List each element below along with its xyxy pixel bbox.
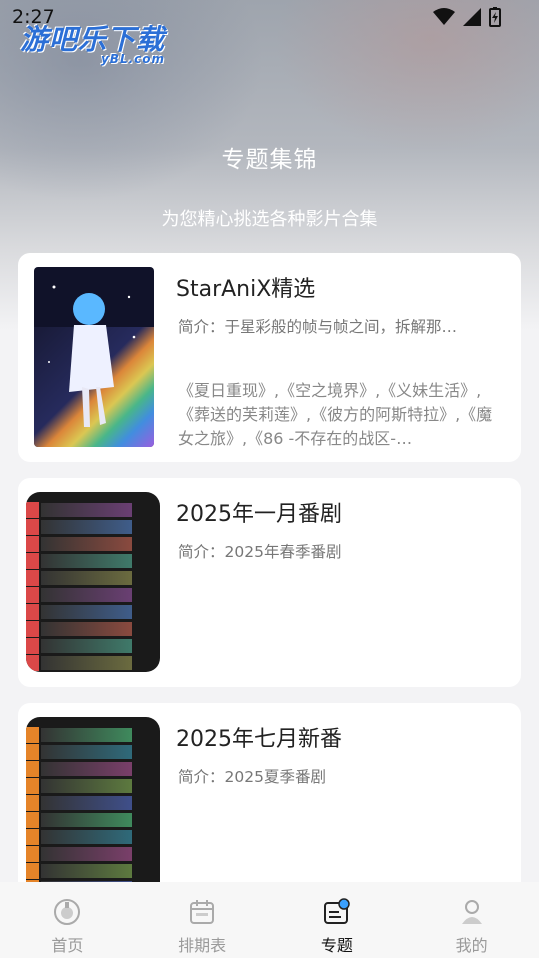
ranking-bar [41,520,132,534]
collection-card[interactable]: StarAniX精选 简介：于星彩般的帧与帧之间，拆解那… 《夏日重现》,《空之… [18,253,521,462]
ranking-row [26,553,160,569]
watermark-logo: 游吧乐下载 yBL.com [20,18,165,66]
anime-girl-illustration [34,267,154,447]
ranking-row [26,621,160,637]
ranking-bar [41,813,132,827]
ranking-row [26,812,160,828]
ranking-row [26,846,160,862]
bottom-tab-bar: 首页 排期表 专题 我的 [0,882,539,958]
ranking-row [26,727,160,743]
ranking-number-block [26,744,39,760]
ranking-number-block [26,812,39,828]
ranking-bar [41,728,132,742]
collection-thumbnail [26,492,160,672]
collection-thumbnail [26,717,160,897]
ranking-number-block [26,778,39,794]
ranking-number-block [26,727,39,743]
ranking-number-block [26,795,39,811]
tab-label: 排期表 [178,936,227,955]
ranking-row [26,502,160,518]
ranking-number-block [26,519,39,535]
ranking-number-block [26,863,39,879]
ranking-number-block [26,761,39,777]
ranking-bar [41,605,132,619]
ranking-number-block [26,536,39,552]
collection-card[interactable]: 2025年七月新番 简介：2025夏季番剧 [18,703,521,912]
collection-tags: 《夏日重现》,《空之境界》,《义妹生活》,《葬送的芙莉莲》,《彼方的阿斯特拉》,… [178,381,493,448]
ranking-bar [41,830,132,844]
tab-label: 我的 [455,936,488,955]
ranking-number-block [26,638,39,654]
collection-title: StarAniX精选 [176,277,316,302]
ranking-row [26,863,160,879]
ranking-number-block [26,621,39,637]
collection-description: 简介：2025年春季番剧 [178,543,342,561]
collection-card[interactable]: 2025年一月番剧 简介：2025年春季番剧 [18,478,521,687]
ranking-bar [41,762,132,776]
profile-icon [461,900,482,924]
topic-icon [323,898,350,924]
ranking-number-block [26,502,39,518]
ranking-row [26,795,160,811]
ranking-bar [41,537,132,551]
collection-description: 简介：于星彩般的帧与帧之间，拆解那… [178,318,458,336]
ranking-row [26,604,160,620]
signal-icon [463,8,481,26]
ranking-row [26,587,160,603]
wifi-icon [433,8,455,25]
status-icons [433,7,501,27]
tab-profile[interactable]: 我的 [412,882,532,956]
ranking-row [26,570,160,586]
calendar-icon [190,900,215,924]
ranking-bar [41,656,132,670]
collection-thumbnail [34,267,154,447]
ranking-row [26,536,160,552]
ranking-number-block [26,604,39,620]
ranking-number-block [26,570,39,586]
tab-home[interactable]: 首页 [7,882,127,956]
ranking-image [26,717,160,897]
ranking-bar [41,779,132,793]
ranking-number-block [26,846,39,862]
ranking-bar [41,622,132,636]
ranking-row [26,519,160,535]
ranking-row [26,655,160,671]
collection-title: 2025年一月番剧 [176,502,342,527]
ranking-row [26,761,160,777]
ranking-row [26,744,160,760]
ranking-bar [41,588,132,602]
ranking-image [26,492,160,672]
ranking-bar [41,796,132,810]
collection-description: 简介：2025夏季番剧 [178,768,326,786]
collection-title: 2025年七月新番 [176,727,342,752]
ranking-row [26,778,160,794]
battery-icon [489,7,501,27]
ranking-bar [41,503,132,517]
tab-schedule[interactable]: 排期表 [142,882,262,956]
tab-label: 首页 [51,936,84,955]
tab-topics[interactable]: 专题 [277,882,397,956]
ranking-bar [41,847,132,861]
ranking-number-block [26,829,39,845]
ranking-bar [41,639,132,653]
ranking-bar [41,745,132,759]
ranking-row [26,829,160,845]
ranking-bar [41,571,132,585]
ranking-bar [41,864,132,878]
page-title: 专题集锦 [221,147,318,173]
home-icon [54,899,81,925]
tab-label: 专题 [320,936,353,955]
ranking-number-block [26,587,39,603]
page-subtitle: 为您精心挑选各种影片合集 [161,209,378,230]
ranking-number-block [26,553,39,569]
ranking-bar [41,554,132,568]
ranking-row [26,638,160,654]
ranking-number-block [26,655,39,671]
